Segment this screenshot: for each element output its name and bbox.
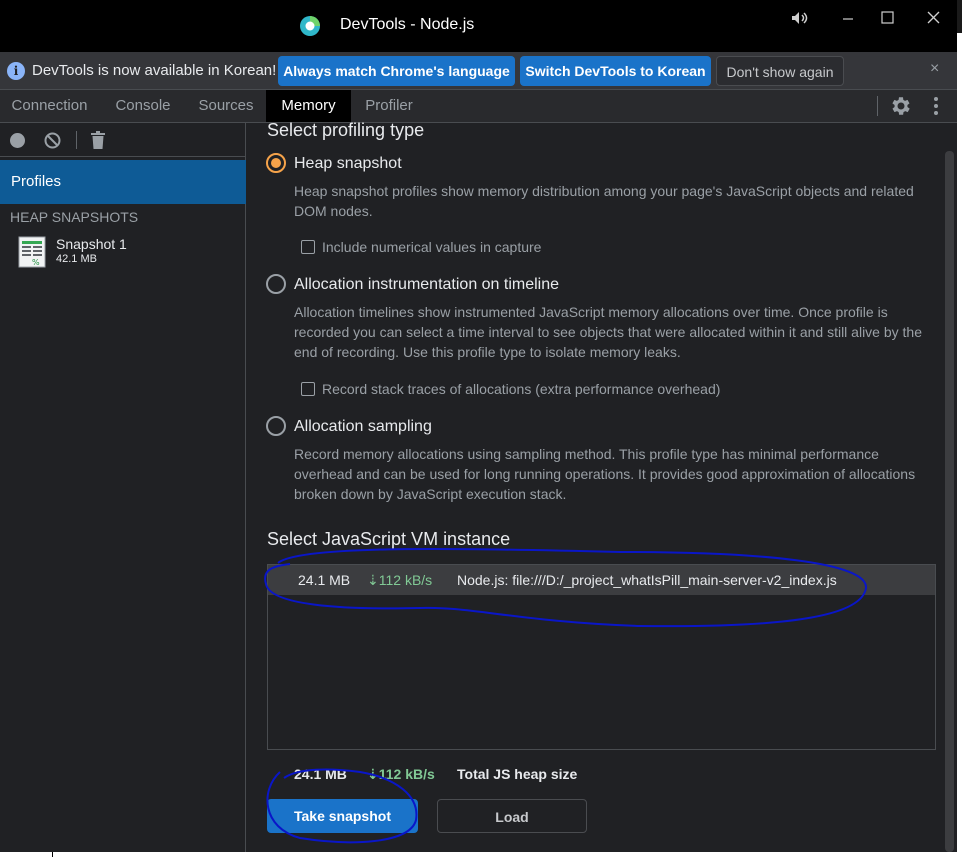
vm-instance-list: 24.1 MB ⇣112 kB/s Node.js: file:///D:/_p… [267, 564, 936, 750]
sidebar-toolbar [0, 123, 245, 157]
volume-icon[interactable] [789, 8, 809, 28]
vm-instance-row[interactable]: 24.1 MB ⇣112 kB/s Node.js: file:///D:/_p… [268, 565, 935, 595]
toolbar-divider [76, 131, 77, 149]
tab-profiler[interactable]: Profiler [351, 90, 427, 122]
close-icon[interactable] [923, 8, 943, 28]
heap-snapshot-title: Heap snapshot [294, 155, 402, 172]
maximize-icon[interactable] [877, 8, 897, 28]
tab-connection[interactable]: Connection [0, 90, 99, 122]
always-match-language-button[interactable]: Always match Chrome's language [278, 56, 515, 86]
allocation-timeline-title: Allocation instrumentation on timeline [294, 276, 560, 293]
infobar-message: DevTools is now available in Korean! [32, 62, 277, 79]
nodejs-devtools-logo-icon [300, 16, 320, 36]
more-options-icon[interactable] [926, 94, 946, 118]
profiles-sidebar: Profiles HEAP SNAPSHOTS % Snapshot 1 42.… [0, 123, 246, 852]
window-edge [957, 0, 962, 857]
snapshot-item-size: 42.1 MB [56, 253, 97, 265]
vm-instance-heading: Select JavaScript VM instance [267, 529, 511, 549]
total-heap-rate: ⇣112 kB/s [367, 766, 435, 782]
include-numerical-values-label: Include numerical values in capture [322, 239, 542, 255]
title-bar: DevTools - Node.js [0, 0, 957, 52]
svg-text:%: % [32, 258, 40, 267]
tab-sources[interactable]: Sources [187, 90, 265, 122]
window-edge-mark [52, 852, 53, 857]
allocation-sampling-radio[interactable] [266, 416, 286, 436]
record-stack-traces-label: Record stack traces of allocations (extr… [322, 381, 721, 397]
panel-tabs: Connection Console Sources Memory Profil… [0, 90, 957, 123]
window-edge-top [957, 0, 962, 33]
main-scrollbar[interactable] [945, 151, 954, 852]
info-icon: i [7, 62, 25, 80]
vm-instance-rate: ⇣112 kB/s [367, 572, 433, 588]
profiling-type-heading: Select profiling type [267, 120, 425, 140]
take-snapshot-button[interactable]: Take snapshot [267, 799, 418, 833]
record-icon[interactable] [10, 133, 25, 148]
include-numerical-values-checkbox[interactable] [301, 240, 315, 254]
tab-console[interactable]: Console [99, 90, 187, 122]
profile-launcher: Select profiling type Heap snapshot Heap… [247, 120, 957, 852]
dont-show-again-button[interactable]: Don't show again [716, 56, 844, 86]
devtools-window: DevTools - Node.js i DevTools is now ava… [0, 0, 957, 852]
heap-snapshot-radio[interactable] [266, 153, 286, 173]
sidebar-item-profiles[interactable]: Profiles [0, 160, 246, 204]
minimize-icon[interactable] [838, 8, 858, 28]
snapshot-file-icon: % [18, 236, 46, 268]
snapshot-item-name[interactable]: Snapshot 1 [56, 236, 127, 252]
load-button[interactable]: Load [437, 799, 587, 833]
allocation-sampling-title: Allocation sampling [294, 418, 432, 435]
total-heap-size-label: Total JS heap size [457, 766, 578, 782]
heap-snapshots-heading: HEAP SNAPSHOTS [10, 209, 139, 225]
language-infobar: i DevTools is now available in Korean! A… [0, 52, 957, 90]
allocation-timeline-description: Allocation timelines show instrumented J… [294, 304, 922, 360]
total-heap-size-value: 24.1 MB [294, 766, 347, 782]
clear-icon[interactable] [44, 132, 61, 149]
vm-instance-size: 24.1 MB [298, 572, 351, 588]
gear-icon[interactable] [889, 94, 913, 118]
heap-snapshot-description: Heap snapshot profiles show memory distr… [294, 183, 914, 219]
allocation-sampling-description: Record memory allocations using sampling… [294, 446, 916, 502]
tab-memory[interactable]: Memory [266, 90, 351, 122]
allocation-timeline-radio[interactable] [266, 274, 286, 294]
window-title: DevTools - Node.js [340, 16, 475, 33]
record-stack-traces-checkbox[interactable] [301, 382, 315, 396]
trash-icon[interactable] [91, 131, 105, 149]
vm-instance-name: Node.js: file:///D:/_project_whatIsPill_… [457, 572, 837, 588]
tabbar-divider [877, 96, 878, 116]
infobar-close-icon[interactable]: × [930, 60, 939, 78]
switch-to-korean-button[interactable]: Switch DevTools to Korean [520, 56, 711, 86]
